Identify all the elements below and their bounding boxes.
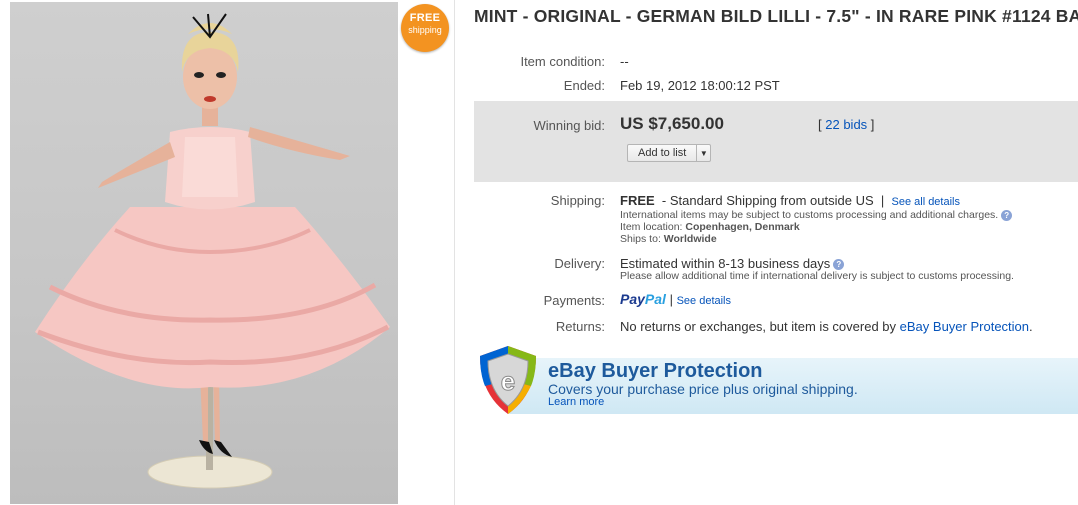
svg-text:e: e bbox=[501, 366, 515, 396]
add-to-list-button[interactable]: Add to list ▼ bbox=[627, 144, 712, 162]
returns-label: Returns: bbox=[555, 319, 605, 334]
shipsto-label: Ships to: bbox=[620, 233, 661, 245]
intl-note: International items may be subject to cu… bbox=[620, 209, 1013, 221]
see-details-link[interactable]: See details bbox=[677, 295, 731, 307]
payments-separator: | bbox=[669, 292, 673, 307]
shipping-text: - Standard Shipping from outside US bbox=[661, 193, 874, 208]
ships-to: Ships to: Worldwide bbox=[620, 233, 717, 245]
badge-line-1: FREE bbox=[409, 12, 441, 24]
location-value: Copenhagen, Denmark bbox=[685, 221, 800, 233]
ended-value: Feb 19, 2012 18:00:12 PST bbox=[620, 78, 780, 93]
paypal-logo-part-1: Pay bbox=[620, 291, 645, 307]
returns-period: . bbox=[1029, 319, 1033, 334]
see-all-details-link[interactable]: See all details bbox=[892, 196, 961, 208]
buyer-protection-link[interactable]: eBay Buyer Protection bbox=[900, 319, 1029, 334]
shipsto-value: Worldwide bbox=[663, 233, 717, 245]
shipping-separator: | bbox=[880, 193, 885, 208]
delivery-note: Please allow additional time if internat… bbox=[620, 270, 1014, 282]
shipping-free: FREE bbox=[620, 193, 655, 208]
bids-bracket-close: ] bbox=[870, 117, 875, 132]
winning-bid-value: US $7,650.00 bbox=[620, 114, 724, 133]
shipping-value: FREE - Standard Shipping from outside US… bbox=[620, 193, 960, 208]
returns-text: No returns or exchanges, but item is cov… bbox=[620, 319, 897, 334]
buyer-protection-subtitle: Covers your purchase price plus original… bbox=[548, 381, 858, 397]
condition-value: -- bbox=[620, 54, 629, 69]
bid-history-link[interactable]: 22 bids bbox=[825, 117, 867, 132]
shipping-label: Shipping: bbox=[550, 193, 605, 208]
help-icon[interactable]: ? bbox=[833, 259, 845, 271]
shield-icon: e bbox=[480, 346, 536, 414]
photo-panel: FREE shipping bbox=[0, 0, 455, 505]
paypal-logo: PayPal bbox=[620, 291, 666, 307]
free-shipping-badge: FREE shipping bbox=[401, 4, 449, 52]
item-location: Item location: Copenhagen, Denmark bbox=[620, 221, 800, 233]
winning-bid-band bbox=[474, 101, 1078, 182]
returns-value: No returns or exchanges, but item is cov… bbox=[620, 319, 1033, 334]
product-image[interactable] bbox=[10, 2, 398, 504]
condition-label: Item condition: bbox=[520, 54, 605, 69]
bids-bracket-open: [ bbox=[818, 117, 822, 132]
intl-note-text: International items may be subject to cu… bbox=[620, 209, 999, 221]
payments-label: Payments: bbox=[543, 293, 605, 308]
ended-label: Ended: bbox=[563, 78, 605, 93]
listing-title: MINT - ORIGINAL - GERMAN BILD LILLI - 7.… bbox=[474, 6, 1078, 26]
learn-more-link[interactable]: Learn more bbox=[548, 396, 604, 408]
delivery-value: Estimated within 8-13 business days? bbox=[620, 256, 845, 271]
dropdown-arrow-icon[interactable]: ▼ bbox=[696, 145, 710, 161]
badge-line-2: shipping bbox=[408, 25, 442, 35]
buyer-protection-banner[interactable]: e eBay Buyer Protection Covers your purc… bbox=[476, 344, 1078, 414]
buyer-protection-title: eBay Buyer Protection bbox=[548, 360, 763, 382]
winning-bid-label: Winning bid: bbox=[533, 118, 605, 133]
paypal-logo-part-2: Pal bbox=[644, 291, 666, 307]
add-to-list-label: Add to list bbox=[638, 147, 687, 159]
payments-value: PayPal | See details bbox=[620, 291, 731, 307]
doll-illustration bbox=[35, 13, 390, 489]
help-icon[interactable]: ? bbox=[1001, 209, 1013, 221]
delivery-label: Delivery: bbox=[554, 256, 605, 271]
location-label: Item location: bbox=[620, 221, 683, 233]
delivery-estimate: Estimated within 8-13 business days bbox=[620, 256, 831, 271]
bid-count: [ 22 bids ] bbox=[818, 117, 874, 132]
